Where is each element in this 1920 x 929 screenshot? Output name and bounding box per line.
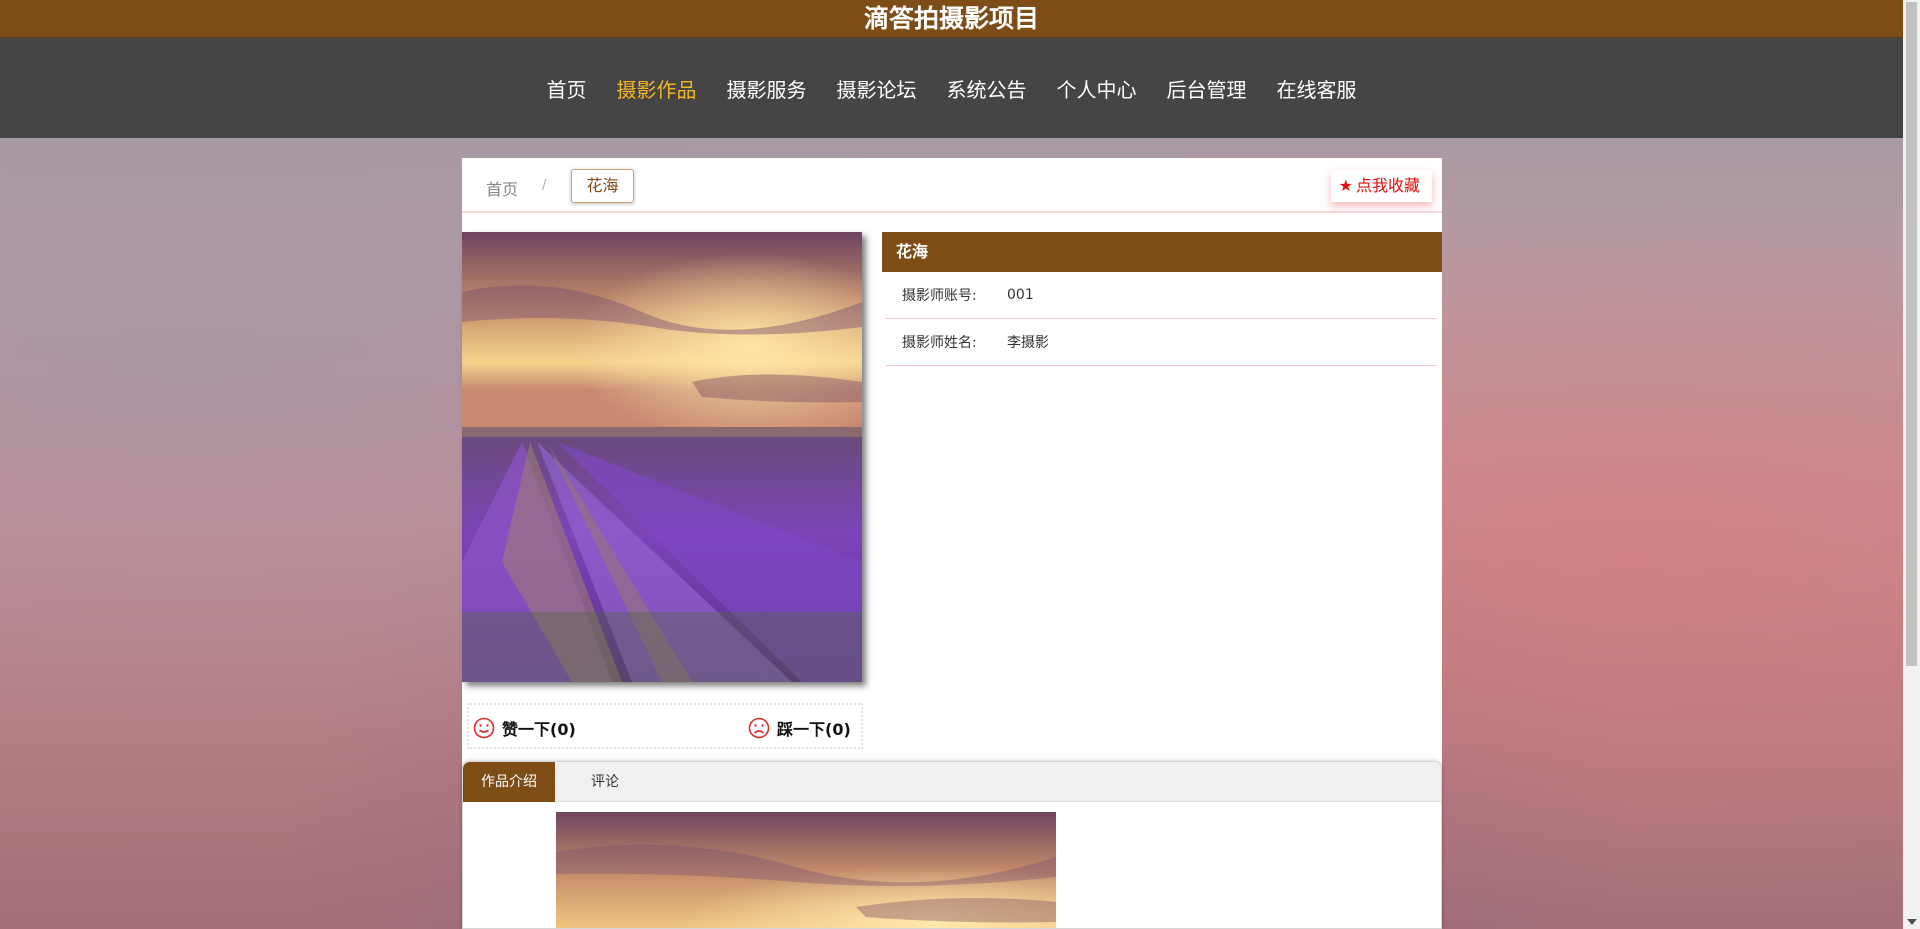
info-row-name: 摄影师姓名: 李摄影 bbox=[886, 319, 1437, 366]
nav-item-profile[interactable]: 个人中心 bbox=[1042, 74, 1152, 103]
work-detail-panel: 首页 / 花海 ★ 点我收藏 赞一下(0) 踩一下(0) 花海 摄影师账号: 0… bbox=[462, 158, 1442, 929]
breadcrumb-current: 花海 bbox=[571, 169, 634, 203]
nav-item-services[interactable]: 摄影服务 bbox=[712, 74, 822, 103]
scrollbar-thumb[interactable] bbox=[1906, 2, 1917, 666]
tabs-header: 作品介绍 评论 bbox=[463, 762, 1441, 802]
nav-item-support[interactable]: 在线客服 bbox=[1262, 74, 1372, 103]
nav-item-home[interactable]: 首页 bbox=[532, 74, 602, 103]
nav-item-announcements[interactable]: 系统公告 bbox=[932, 74, 1042, 103]
breadcrumb-separator: / bbox=[542, 178, 547, 193]
work-title: 花海 bbox=[882, 232, 1442, 272]
work-photo bbox=[462, 232, 862, 682]
site-title: 滴答拍摄影项目 bbox=[0, 0, 1903, 38]
vertical-scrollbar[interactable] bbox=[1903, 0, 1920, 929]
dislike-button[interactable]: 踩一下(0) bbox=[748, 716, 851, 740]
scroll-down-arrow-icon[interactable] bbox=[1907, 919, 1917, 925]
info-row-account: 摄影师账号: 001 bbox=[886, 272, 1437, 319]
tab-comments[interactable]: 评论 bbox=[555, 762, 655, 802]
info-value: 001 bbox=[1007, 287, 1034, 303]
frown-icon bbox=[748, 717, 770, 739]
tabs-panel: 作品介绍 评论 bbox=[462, 761, 1442, 929]
nav-item-works[interactable]: 摄影作品 bbox=[602, 74, 712, 103]
like-label: 赞一下(0) bbox=[502, 720, 576, 739]
nav-item-admin[interactable]: 后台管理 bbox=[1152, 74, 1262, 103]
breadcrumb: 首页 / 花海 ★ 点我收藏 bbox=[462, 158, 1442, 213]
info-label: 摄影师账号: bbox=[902, 288, 977, 304]
nav-item-forum[interactable]: 摄影论坛 bbox=[822, 74, 932, 103]
like-button[interactable]: 赞一下(0) bbox=[473, 716, 576, 740]
intro-image bbox=[556, 812, 1056, 928]
dislike-label: 踩一下(0) bbox=[777, 720, 851, 739]
vote-bar: 赞一下(0) 踩一下(0) bbox=[467, 703, 863, 749]
info-value: 李摄影 bbox=[1007, 335, 1049, 351]
favorite-label: 点我收藏 bbox=[1355, 176, 1420, 195]
smile-icon bbox=[473, 717, 495, 739]
favorite-button[interactable]: ★ 点我收藏 bbox=[1330, 170, 1432, 202]
breadcrumb-home[interactable]: 首页 bbox=[486, 176, 518, 200]
tab-intro[interactable]: 作品介绍 bbox=[463, 762, 555, 802]
info-label: 摄影师姓名: bbox=[902, 335, 977, 351]
main-nav: 首页 摄影作品 摄影服务 摄影论坛 系统公告 个人中心 后台管理 在线客服 bbox=[0, 38, 1903, 138]
star-icon: ★ bbox=[1338, 176, 1353, 195]
